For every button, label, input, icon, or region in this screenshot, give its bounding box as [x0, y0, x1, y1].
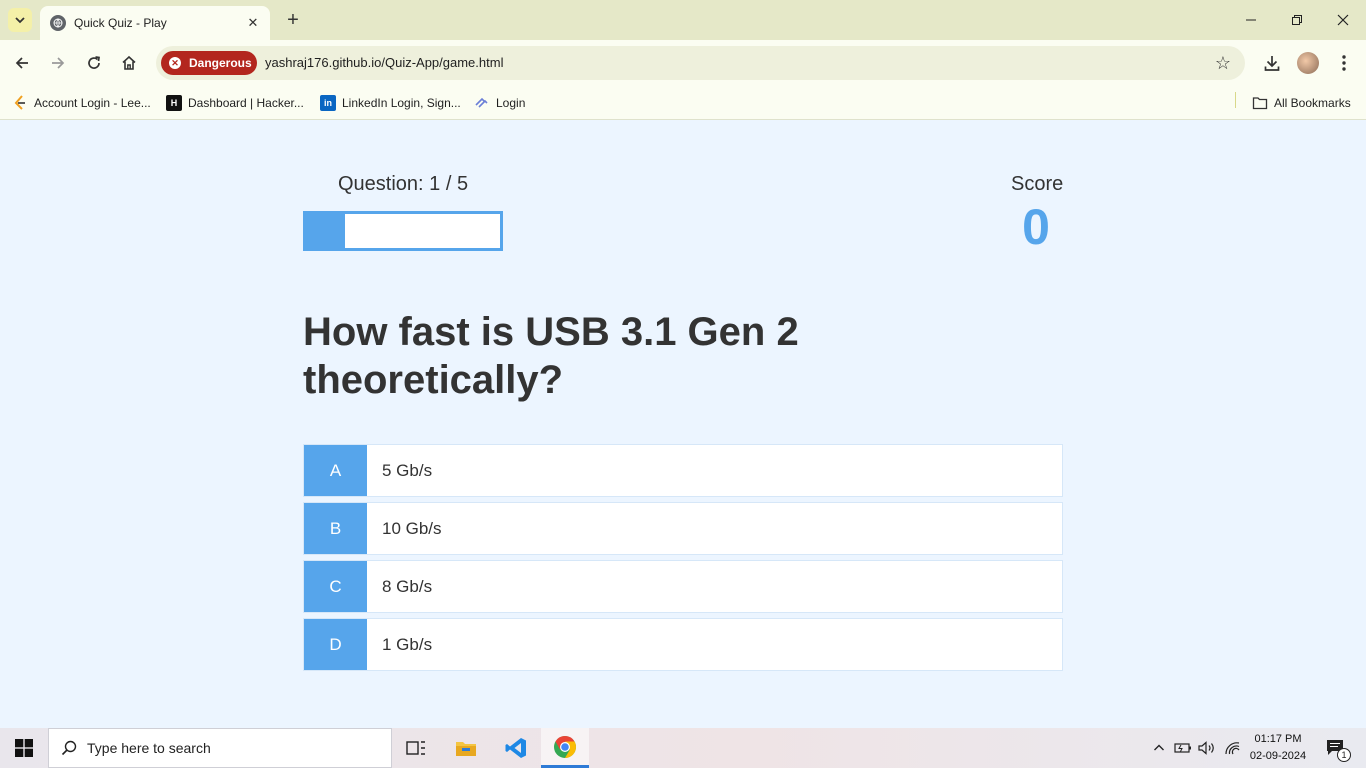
- security-status-chip[interactable]: ✕ Dangerous: [161, 51, 257, 75]
- clock-time: 01:17 PM: [1254, 733, 1302, 745]
- close-icon: [1337, 14, 1349, 26]
- chevron-up-icon: [1154, 744, 1164, 751]
- search-icon: [61, 740, 77, 756]
- folder-icon: [456, 742, 476, 756]
- choice-b[interactable]: B 10 Gb/s: [303, 502, 1063, 555]
- forward-button[interactable]: [46, 51, 70, 75]
- tab-title: Quick Quiz - Play: [74, 16, 167, 30]
- question-text: How fast is USB 3.1 Gen 2 theoretically?: [303, 310, 799, 402]
- bookmark-label: Login: [496, 96, 526, 110]
- bookmark-label: Account Login - Lee...: [34, 96, 151, 110]
- score-value: 0: [1022, 199, 1050, 255]
- bookmark-item[interactable]: in LinkedIn Login, Sign...: [320, 93, 461, 113]
- clock[interactable]: 01:17 PM 02-09-2024: [1238, 731, 1318, 765]
- profile-avatar[interactable]: [1297, 52, 1319, 74]
- file-explorer-button[interactable]: [442, 728, 490, 768]
- taskbar: Type here to search 01:17 PM 02-09-2024: [0, 728, 1366, 768]
- linkedin-icon: in: [320, 95, 336, 111]
- question-counter: Question: 1 / 5: [338, 173, 469, 195]
- all-bookmarks-button[interactable]: All Bookmarks: [1252, 93, 1351, 113]
- bookmark-star-icon[interactable]: ☆: [1215, 53, 1231, 74]
- taskbar-search[interactable]: Type here to search: [48, 728, 392, 768]
- restore-button[interactable]: [1274, 0, 1320, 40]
- hackerrank-icon: H: [166, 95, 182, 111]
- bookmark-item[interactable]: Login: [474, 93, 525, 113]
- close-tab-icon[interactable]: ✕: [244, 14, 262, 32]
- back-button[interactable]: [10, 51, 34, 75]
- warning-icon: ✕: [169, 57, 181, 69]
- bookmarks-divider: [1235, 92, 1236, 108]
- more-vertical-icon: [1342, 55, 1346, 71]
- bookmark-label: LinkedIn Login, Sign...: [342, 96, 461, 110]
- progress-bar: [303, 211, 503, 251]
- download-icon: [1264, 56, 1280, 71]
- choice-text: 8 Gb/s: [382, 576, 433, 596]
- battery-icon: [1174, 743, 1191, 753]
- chrome-icon: [554, 735, 576, 758]
- downloads-button[interactable]: [1260, 51, 1284, 75]
- search-placeholder: Type here to search: [87, 740, 211, 756]
- home-button[interactable]: [117, 51, 141, 75]
- choice-text: 10 Gb/s: [382, 518, 442, 538]
- vscode-icon: [505, 738, 526, 758]
- vscode-button[interactable]: [492, 728, 540, 768]
- minimize-button[interactable]: [1228, 0, 1274, 40]
- clock-date: 02-09-2024: [1249, 750, 1307, 762]
- start-button[interactable]: [0, 728, 48, 768]
- restore-icon: [1292, 15, 1302, 25]
- windows-icon: [15, 739, 33, 757]
- tab-strip: Quick Quiz - Play ✕ +: [0, 0, 1366, 40]
- notifications-button[interactable]: 1: [1322, 728, 1351, 768]
- choice-c[interactable]: C 8 Gb/s: [303, 560, 1063, 613]
- reload-icon: [88, 56, 100, 69]
- choice-prefix: B: [304, 503, 367, 554]
- login-site-icon: [474, 95, 490, 111]
- choice-prefix: C: [304, 561, 367, 612]
- leetcode-icon: [12, 95, 28, 111]
- home-icon: [122, 55, 136, 70]
- browser-tab[interactable]: Quick Quiz - Play ✕: [40, 6, 270, 40]
- arrow-right-icon: [52, 57, 65, 69]
- globe-icon: [50, 15, 66, 31]
- bookmark-label: Dashboard | Hacker...: [188, 96, 304, 110]
- choice-text: 5 Gb/s: [382, 460, 433, 480]
- url-text[interactable]: yashraj176.github.io/Quiz-App/game.html: [265, 55, 503, 70]
- battery-button[interactable]: [1172, 728, 1194, 768]
- score-label: Score: [1011, 173, 1064, 195]
- chevron-down-icon: [15, 17, 25, 24]
- volume-button[interactable]: [1196, 728, 1218, 768]
- task-view-icon: [406, 741, 425, 755]
- tab-search-button[interactable]: [8, 8, 32, 32]
- address-bar[interactable]: ✕ Dangerous yashraj176.github.io/Quiz-Ap…: [156, 46, 1245, 80]
- task-view-button[interactable]: [392, 728, 440, 768]
- choice-text: 1 Gb/s: [382, 634, 433, 654]
- new-tab-button[interactable]: +: [282, 9, 304, 31]
- bookmarks-bar: Account Login - Lee... H Dashboard | Hac…: [0, 86, 1366, 120]
- choice-prefix: D: [304, 619, 367, 670]
- progress-bar-fill: [306, 214, 345, 248]
- show-hidden-icons-button[interactable]: [1150, 728, 1168, 768]
- volume-icon: [1198, 741, 1214, 755]
- choice-prefix: A: [304, 445, 367, 496]
- browser-toolbar: ✕ Dangerous yashraj176.github.io/Quiz-Ap…: [0, 40, 1366, 86]
- security-label: Dangerous: [189, 56, 252, 70]
- arrow-left-icon: [15, 57, 28, 69]
- choice-a[interactable]: A 5 Gb/s: [303, 444, 1063, 497]
- minimize-icon: [1246, 19, 1256, 21]
- reload-button[interactable]: [82, 51, 106, 75]
- all-bookmarks-label: All Bookmarks: [1274, 96, 1351, 110]
- choice-d[interactable]: D 1 Gb/s: [303, 618, 1063, 671]
- bookmark-item[interactable]: H Dashboard | Hacker...: [166, 93, 304, 113]
- chrome-button[interactable]: [541, 728, 589, 768]
- close-window-button[interactable]: [1320, 0, 1366, 40]
- notification-count: 1: [1337, 748, 1351, 762]
- menu-button[interactable]: [1332, 51, 1356, 75]
- bookmark-item[interactable]: Account Login - Lee...: [12, 93, 151, 113]
- folder-icon: [1252, 95, 1268, 111]
